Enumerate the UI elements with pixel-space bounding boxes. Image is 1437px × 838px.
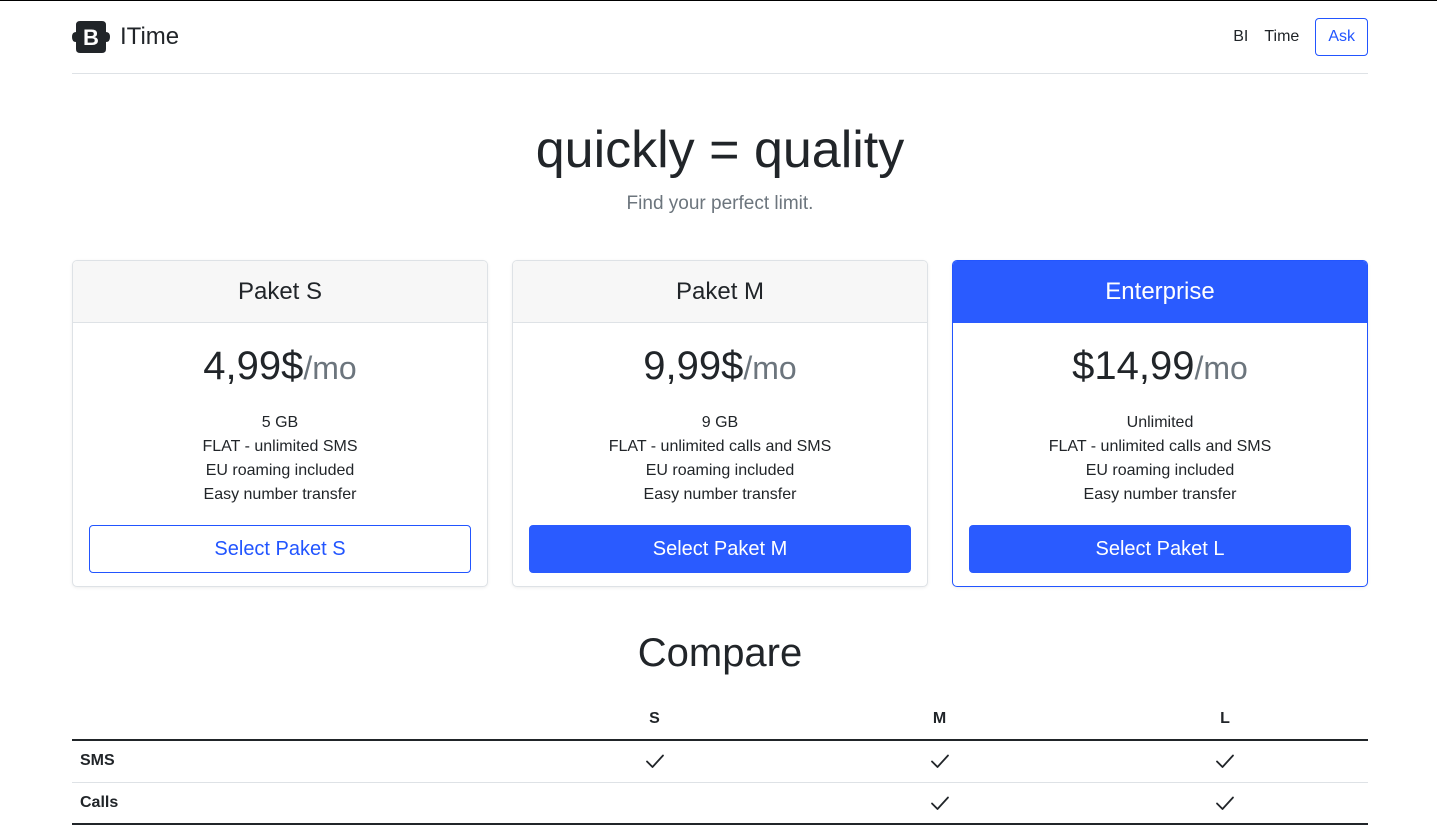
page-title: quickly = quality	[535, 121, 905, 179]
feature-item: EU roaming included	[645, 462, 795, 479]
check-cell	[1082, 740, 1368, 783]
check-cell	[797, 782, 1082, 825]
check-cell	[1082, 782, 1368, 825]
check-cell	[797, 740, 1082, 783]
brand-link[interactable]: B ITime	[72, 20, 179, 54]
site-header: B ITime BI Time Ask	[72, 1, 1368, 74]
compare-title: Compare	[637, 631, 803, 675]
feature-item: FLAT - unlimited calls and SMS	[1048, 438, 1272, 455]
plan-features: Unlimited FLAT - unlimited calls and SMS…	[969, 411, 1351, 507]
check-icon	[1216, 754, 1234, 769]
feature-label: Calls	[72, 782, 512, 825]
plan-name: Paket S	[73, 261, 487, 323]
column-header: L	[1082, 699, 1368, 741]
select-paket-m-button[interactable]: Select Paket M	[529, 525, 911, 573]
check-icon	[930, 796, 949, 810]
plan-name: Paket M	[513, 261, 927, 323]
check-icon	[930, 754, 949, 769]
plan-price: $14,99/mo	[1072, 344, 1248, 388]
page-subtitle: Find your perfect limit.	[626, 193, 814, 214]
ask-button[interactable]: Ask	[1315, 18, 1368, 56]
feature-item: FLAT - unlimited calls and SMS	[608, 438, 832, 455]
compare-table: S M L SMS Calls	[72, 699, 1368, 825]
plan-name: Enterprise	[953, 261, 1367, 323]
select-paket-l-button[interactable]: Select Paket L	[969, 525, 1351, 573]
feature-item: EU roaming included	[1085, 462, 1235, 479]
plan-features: 5 GB FLAT - unlimited SMS EU roaming inc…	[89, 411, 471, 507]
feature-item: Unlimited	[1126, 414, 1194, 431]
select-paket-s-button[interactable]: Select Paket S	[89, 525, 471, 573]
plan-card-enterprise: Enterprise $14,99/mo Unlimited FLAT - un…	[952, 260, 1368, 587]
plan-price: 9,99$/mo	[643, 344, 797, 388]
feature-item: Easy number transfer	[643, 486, 797, 503]
feature-item: 9 GB	[701, 414, 739, 431]
plan-card-s: Paket S 4,99$/mo 5 GB FLAT - unlimited S…	[72, 260, 488, 587]
plan-features: 9 GB FLAT - unlimited calls and SMS EU r…	[529, 411, 911, 507]
check-cell	[512, 782, 797, 825]
main-nav: BI Time Ask	[1225, 18, 1368, 56]
column-header	[72, 699, 512, 741]
table-header-row: S M L	[72, 699, 1368, 741]
nav-link-bi[interactable]: BI	[1225, 28, 1256, 46]
check-icon	[1216, 796, 1234, 810]
pricing-cards: Paket S 4,99$/mo 5 GB FLAT - unlimited S…	[72, 260, 1368, 587]
feature-item: Easy number transfer	[203, 486, 357, 503]
column-header: S	[512, 699, 797, 741]
plan-card-m: Paket M 9,99$/mo 9 GB FLAT - unlimited c…	[512, 260, 928, 587]
feature-item: FLAT - unlimited SMS	[202, 438, 358, 455]
feature-label: SMS	[72, 740, 512, 783]
plan-price: 4,99$/mo	[203, 344, 357, 388]
table-row: SMS	[72, 740, 1368, 783]
column-header: M	[797, 699, 1082, 741]
check-cell	[512, 740, 797, 783]
feature-item: EU roaming included	[205, 462, 355, 479]
feature-item: 5 GB	[261, 414, 299, 431]
check-icon	[645, 754, 664, 769]
feature-item: Easy number transfer	[1083, 486, 1237, 503]
bootstrap-logo-icon: B	[72, 21, 110, 53]
table-row: Calls	[72, 782, 1368, 825]
svg-text:B: B	[83, 25, 99, 50]
brand-name: ITime	[120, 23, 180, 50]
nav-link-time[interactable]: Time	[1256, 28, 1307, 46]
